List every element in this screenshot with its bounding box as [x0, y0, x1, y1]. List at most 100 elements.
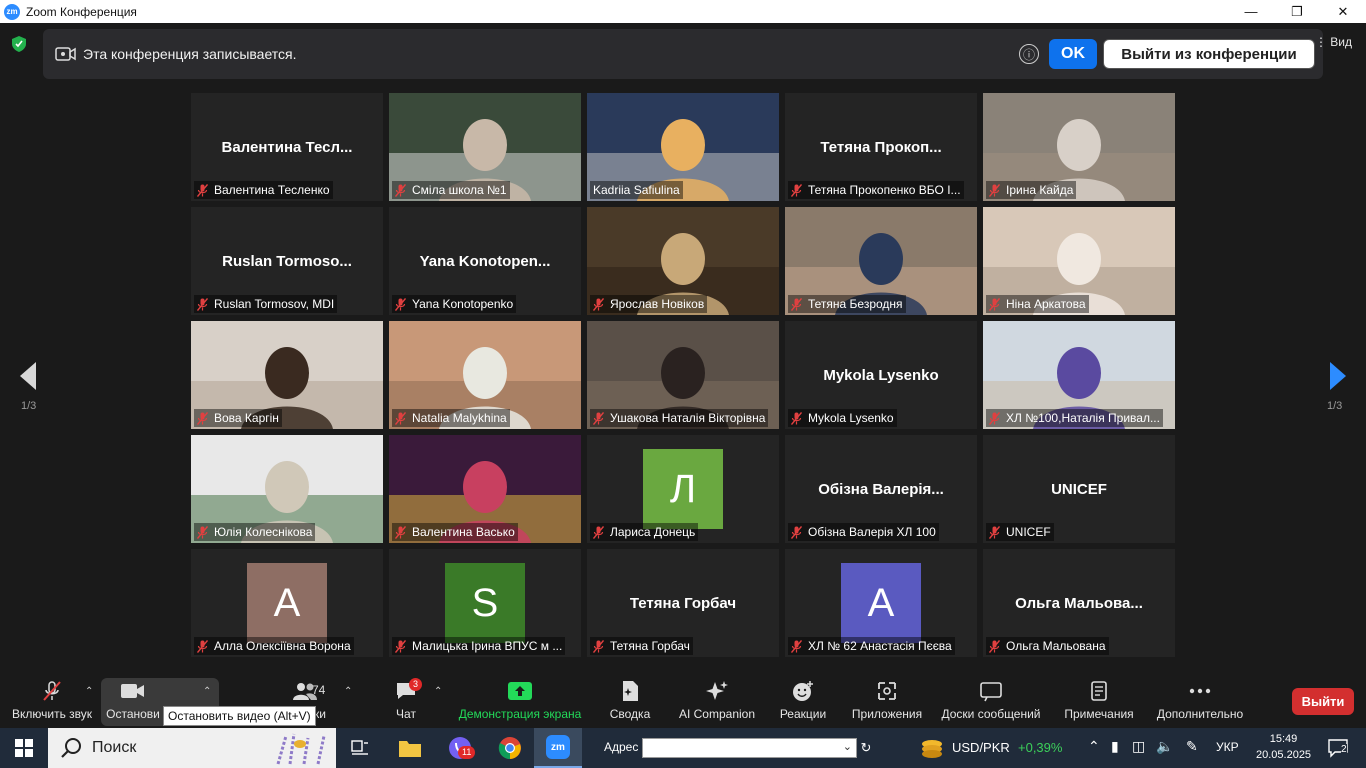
close-button[interactable]: ✕ [1320, 0, 1366, 23]
participants-options-caret-icon[interactable]: ⌃ [344, 686, 352, 697]
participant-name-label: ХЛ № 62 Анастасія Пєєва [788, 637, 955, 655]
participant-tile[interactable]: Ruslan Tormoso... Ruslan Tormosov, MDI [191, 207, 383, 315]
participant-tile[interactable]: Тетяна Горбач Тетяна Горбач [587, 549, 779, 657]
ok-button[interactable]: OK [1049, 39, 1097, 69]
participant-tile[interactable]: Mykola Lysenko Mykola Lysenko [785, 321, 977, 429]
participant-tile[interactable]: Тетяна Безродня [785, 207, 977, 315]
previous-page-arrow-icon[interactable] [18, 362, 38, 390]
participant-name: Ушакова Наталія Вікторівна [610, 411, 766, 425]
start-button[interactable] [0, 728, 48, 768]
chat-button[interactable]: Чат [388, 668, 424, 728]
more-button[interactable]: Дополнительно [1154, 668, 1246, 728]
muted-mic-icon [197, 183, 208, 197]
participant-tile[interactable]: A ХЛ № 62 Анастасія Пєєва [785, 549, 977, 657]
participant-tile[interactable]: Валентина Васько [389, 435, 581, 543]
participant-name-label: Kadriia Safiulina [590, 181, 683, 199]
participant-tile[interactable]: Yana Konotopen... Yana Konotopenko [389, 207, 581, 315]
muted-mic-icon [197, 297, 208, 311]
participant-name: Алла Олексіївна Ворона [214, 639, 351, 653]
volume-icon[interactable]: 🔈 [1156, 738, 1173, 755]
ai-companion-button[interactable]: AI Companion [676, 668, 758, 728]
participant-tile[interactable]: Ніна Аркатова [983, 207, 1175, 315]
language-indicator[interactable]: УКР [1216, 740, 1239, 754]
notifications-button[interactable]: 2 [1318, 728, 1358, 768]
participant-tile[interactable]: UNICEF UNICEF [983, 435, 1175, 543]
chat-options-caret-icon[interactable]: ⌃ [434, 686, 442, 697]
participants-label: ки [314, 707, 326, 721]
notes-button[interactable]: Примечания [1062, 668, 1136, 728]
stop-video-button[interactable]: Останови [104, 668, 162, 728]
leave-button[interactable]: Выйти [1292, 688, 1354, 715]
chat-label: Чат [396, 707, 416, 721]
task-view-button[interactable] [344, 728, 376, 768]
currency-pair[interactable]: USD/PKR [952, 740, 1010, 755]
taskbar-search[interactable]: Поиск [48, 728, 336, 768]
participant-tile[interactable]: ХЛ №100,Наталія Привал... [983, 321, 1175, 429]
message-boards-label: Доски сообщений [941, 707, 1041, 721]
participant-name: Ольга Мальована [1006, 639, 1106, 653]
participant-tile[interactable]: Ярослав Новіков [587, 207, 779, 315]
maximize-button[interactable]: ❐ [1274, 0, 1320, 23]
reactions-button[interactable]: Реакции [776, 668, 830, 728]
summary-label: Сводка [609, 707, 651, 721]
meeting-toolbar: Включить звук ⌃ Останови ⌃ ки 74 ⌃ Чат 3… [0, 668, 1366, 728]
participant-tile[interactable]: Ушакова Наталія Вікторівна [587, 321, 779, 429]
participant-name: ХЛ №100,Наталія Привал... [1006, 411, 1160, 425]
participant-tile[interactable]: Ірина Кайда [983, 93, 1175, 201]
apps-button[interactable]: Приложения [849, 668, 925, 728]
security-shield-icon[interactable] [12, 36, 26, 52]
tray-overflow-icon[interactable]: ⌃ [1088, 738, 1100, 755]
participant-tile[interactable]: Л Лариса Донець [587, 435, 779, 543]
video-options-caret-icon[interactable]: ⌃ [203, 686, 211, 697]
participant-tile[interactable]: Natalia Malykhina [389, 321, 581, 429]
page-indicator-right: 1/3 [1327, 400, 1343, 412]
participant-tile[interactable]: Ольга Мальова... Ольга Мальована [983, 549, 1175, 657]
zoom-taskbar-button[interactable]: zm [534, 728, 582, 768]
muted-mic-icon [989, 297, 1000, 311]
participant-tile[interactable]: Вова Каргін [191, 321, 383, 429]
address-refresh-button[interactable]: ↻ [858, 728, 874, 768]
participants-count: 74 [312, 683, 326, 697]
participant-name-label: Сміла школа №1 [392, 181, 510, 199]
pen-icon[interactable]: ✎ [1186, 738, 1198, 755]
participant-name-label: UNICEF [986, 523, 1054, 541]
battery-icon[interactable]: ▮ [1111, 738, 1119, 755]
muted-mic-icon [791, 411, 802, 425]
muted-mic-icon [989, 525, 1000, 539]
share-screen-button[interactable]: Демонстрация экрана [458, 668, 582, 728]
viber-button[interactable]: 11 [442, 728, 478, 768]
address-dropdown-icon[interactable]: ⌄ [843, 740, 852, 753]
participant-tile[interactable]: Обізна Валерія... Обізна Валерія ХЛ 100 [785, 435, 977, 543]
participant-name: Обізна Валерія ХЛ 100 [808, 525, 936, 539]
clock[interactable]: 15:49 20.05.2025 [1256, 731, 1311, 763]
participant-tile[interactable]: Тетяна Прокоп... Тетяна Прокопенко ВБО І.… [785, 93, 977, 201]
participant-name: UNICEF [1006, 525, 1051, 539]
participant-tile[interactable]: S Малицька Ірина ВПУС м ... [389, 549, 581, 657]
next-page-arrow-icon[interactable] [1328, 362, 1348, 390]
windows-taskbar: Поиск 11 zm Адрес ⌄ ↻ USD/PKR +0,39% ⌃ ▮… [0, 728, 1366, 768]
muted-mic-icon [593, 297, 604, 311]
network-icon[interactable]: ◫ [1132, 738, 1145, 755]
summary-button[interactable]: Сводка [605, 668, 655, 728]
participant-tile[interactable]: Сміла школа №1 [389, 93, 581, 201]
address-input[interactable]: ⌄ [642, 738, 857, 758]
participant-name: Ірина Кайда [1006, 183, 1074, 197]
info-icon[interactable]: ⓘ [1019, 44, 1039, 64]
chrome-button[interactable] [492, 728, 528, 768]
minimize-button[interactable]: — [1228, 0, 1274, 23]
message-boards-button[interactable]: Доски сообщений [939, 668, 1043, 728]
apps-label: Приложения [851, 707, 923, 721]
participant-tile[interactable]: A Алла Олексіївна Ворона [191, 549, 383, 657]
unmute-button[interactable]: Включить звук [6, 668, 98, 728]
participant-tile[interactable]: Kadriia Safiulina [587, 93, 779, 201]
notification-count: 2 [1341, 744, 1347, 755]
audio-options-caret-icon[interactable]: ⌃ [85, 686, 93, 697]
participant-tile[interactable]: Валентина Тесл... Валентина Тесленко [191, 93, 383, 201]
file-explorer-button[interactable] [392, 728, 428, 768]
leave-conference-button[interactable]: Выйти из конференции [1103, 39, 1315, 69]
apps-icon [878, 682, 896, 700]
view-button[interactable]: ⋮ Вид [1315, 35, 1352, 49]
participant-tile[interactable]: Юлія Колеснікова [191, 435, 383, 543]
message-boards-icon [980, 682, 1002, 702]
participant-name: Mykola Lysenko [808, 411, 894, 425]
